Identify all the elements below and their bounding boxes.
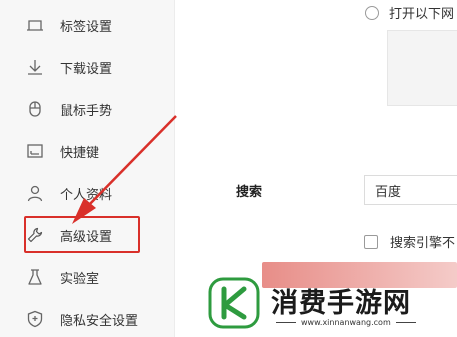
- watermark-logo-icon: [208, 277, 260, 329]
- watermark-brand: 消费手游网: [271, 288, 411, 319]
- watermark-url: www.xinnanwang.com: [301, 318, 391, 327]
- watermark-url-row: www.xinnanwang.com: [271, 318, 421, 327]
